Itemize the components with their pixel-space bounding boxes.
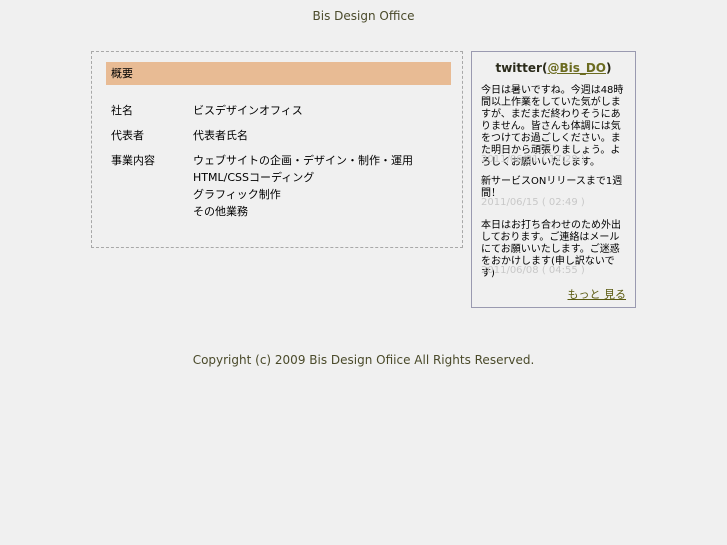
twitter-handle-link[interactable]: @Bis_DO	[547, 61, 606, 75]
copyright: Copyright (c) 2009 Bis Design Ofiice All…	[192, 353, 535, 367]
info-value: ウェブサイトの企画・デザイン・制作・運用 HTML/CSSコーディング グラフィ…	[193, 152, 453, 220]
info-label: 代表者	[111, 129, 144, 142]
tweet-date: 2011/06/21 ( 17:29 )	[481, 154, 585, 165]
info-label: 社名	[111, 104, 133, 117]
profile-panel: 概要 社名 ビスデザインオフィス 代表者 代表者氏名 事業内容 ウェブサイトの企…	[91, 51, 463, 248]
site-title: Bis Design Office	[312, 9, 415, 23]
info-value-line: ビスデザインオフィス	[193, 104, 303, 117]
info-value-line: グラフィック制作	[193, 188, 281, 201]
twitter-panel: twitter(@Bis_DO) 今日は暑いですね。今週は48時間以上作業をして…	[471, 51, 636, 308]
more-tweets-link[interactable]: もっと 見る	[568, 286, 627, 302]
section-header: 概要	[106, 62, 451, 85]
info-value-line: ウェブサイトの企画・デザイン・制作・運用	[193, 154, 413, 167]
twitter-title: twitter(@Bis_DO)	[472, 61, 635, 75]
tweet-date: 2011/06/15 ( 02:49 )	[481, 197, 585, 208]
info-value-line: その他業務	[193, 205, 248, 218]
info-label: 事業内容	[111, 154, 155, 167]
info-value: ビスデザインオフィス	[193, 102, 453, 119]
info-value: 代表者氏名	[193, 127, 453, 144]
info-value-line: 代表者氏名	[193, 129, 248, 142]
info-value-line: HTML/CSSコーディング	[193, 171, 315, 184]
twitter-title-suffix: )	[606, 61, 612, 75]
twitter-title-prefix: twitter(	[495, 61, 548, 75]
tweet-date: 2011/06/08 ( 04:55 )	[481, 265, 585, 276]
